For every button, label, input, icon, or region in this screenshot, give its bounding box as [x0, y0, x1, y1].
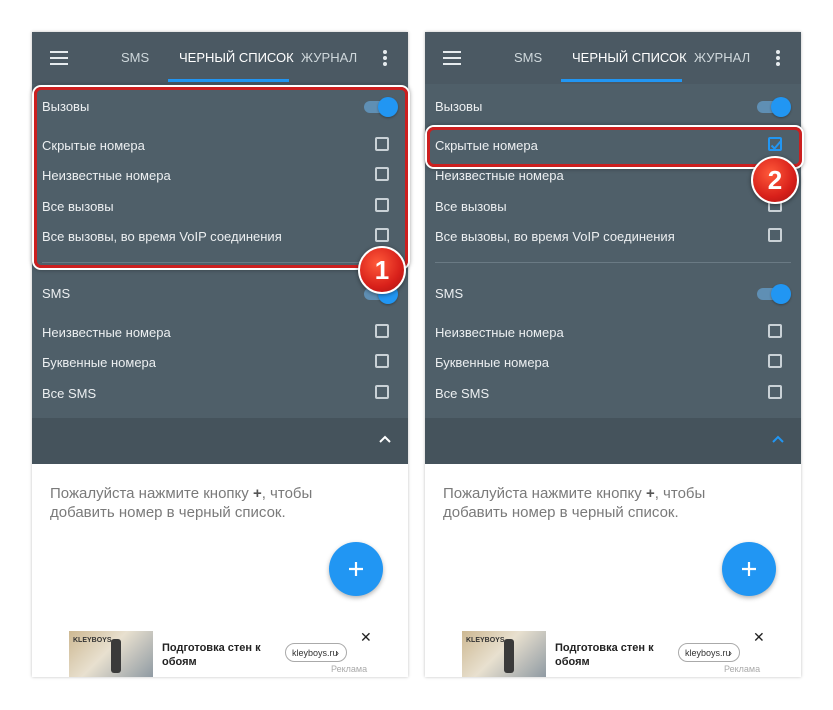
- more-vert-icon[interactable]: [776, 50, 780, 66]
- sms-letter-numbers-label: Буквенные номера: [435, 355, 550, 370]
- calls-section-title: Вызовы: [435, 99, 483, 114]
- chevron-up-icon[interactable]: [378, 434, 392, 444]
- hamburger-icon[interactable]: [443, 51, 461, 65]
- hamburger-icon[interactable]: [50, 51, 68, 65]
- calls-section-highlight: [34, 87, 408, 268]
- chevron-up-icon[interactable]: [771, 434, 785, 444]
- hidden-numbers-highlight: [427, 127, 802, 167]
- ad-banner[interactable]: KLEYBOYS Подготовка стен к обоям kleyboy…: [69, 629, 379, 677]
- ad-image[interactable]: KLEYBOYS: [462, 631, 546, 677]
- add-number-button[interactable]: [722, 542, 776, 596]
- sms-all-checkbox[interactable]: [768, 385, 782, 399]
- sms-all-checkbox[interactable]: [375, 385, 389, 399]
- ad-link-button[interactable]: kleyboys.ru ›: [678, 643, 740, 662]
- step-badge-2: 2: [751, 156, 799, 204]
- tab-sms[interactable]: SMS: [121, 32, 149, 84]
- collapse-bar[interactable]: [32, 418, 408, 464]
- sms-all-label: Все SMS: [42, 386, 97, 401]
- close-icon[interactable]: ✕: [360, 629, 372, 646]
- top-toolbar: SMS ЧЕРНЫЙ СПИСОК ЖУРНАЛ: [425, 32, 801, 84]
- sms-unknown-numbers-label: Неизвестные номера: [42, 325, 171, 340]
- sms-letter-numbers-label: Буквенные номера: [42, 355, 157, 370]
- calls-all-label: Все вызовы: [435, 199, 507, 214]
- sms-unknown-numbers-checkbox[interactable]: [768, 324, 782, 338]
- ad-title[interactable]: Подготовка стен к обоям: [162, 641, 272, 669]
- sms-letter-numbers-checkbox[interactable]: [768, 354, 782, 368]
- sms-toggle[interactable]: [757, 283, 791, 304]
- calls-voip-label: Все вызовы, во время VoIP соединения: [435, 229, 675, 244]
- active-tab-indicator: [168, 79, 289, 82]
- ad-title[interactable]: Подготовка стен к обоям: [555, 641, 665, 669]
- sms-section-title: SMS: [435, 286, 464, 301]
- sms-unknown-numbers-label: Неизвестные номера: [435, 325, 564, 340]
- ad-label: Реклама: [331, 664, 368, 674]
- sms-all-label: Все SMS: [435, 386, 490, 401]
- active-tab-indicator: [561, 79, 682, 82]
- more-vert-icon[interactable]: [383, 50, 387, 66]
- blacklist-content: Пожалуйста нажмите кнопку +, чтобы добав…: [32, 464, 408, 677]
- ad-logo: KLEYBOYS: [466, 637, 505, 644]
- calls-toggle[interactable]: [757, 96, 791, 117]
- ad-image[interactable]: KLEYBOYS: [69, 631, 153, 677]
- tab-blacklist[interactable]: ЧЕРНЫЙ СПИСОК: [572, 32, 687, 84]
- step-badge-1: 1: [358, 246, 406, 294]
- ad-label: Реклама: [724, 664, 761, 674]
- sms-letter-numbers-checkbox[interactable]: [375, 354, 389, 368]
- tab-journal[interactable]: ЖУРНАЛ: [694, 32, 750, 84]
- calls-voip-checkbox[interactable]: [768, 228, 782, 242]
- top-toolbar: SMS ЧЕРНЫЙ СПИСОК ЖУРНАЛ: [32, 32, 408, 84]
- blacklist-content: Пожалуйста нажмите кнопку +, чтобы добав…: [425, 464, 801, 677]
- empty-hint: Пожалуйста нажмите кнопку +, чтобы добав…: [50, 485, 313, 521]
- add-number-button[interactable]: [329, 542, 383, 596]
- section-divider: [435, 262, 791, 263]
- ad-link-button[interactable]: kleyboys.ru ›: [285, 643, 347, 662]
- empty-hint: Пожалуйста нажмите кнопку +, чтобы добав…: [443, 485, 706, 521]
- plus-icon: [349, 562, 363, 576]
- sms-section-title: SMS: [42, 286, 71, 301]
- ad-logo: KLEYBOYS: [73, 637, 112, 644]
- sms-unknown-numbers-checkbox[interactable]: [375, 324, 389, 338]
- collapse-bar[interactable]: [425, 418, 801, 464]
- close-icon[interactable]: ✕: [753, 629, 765, 646]
- tab-blacklist[interactable]: ЧЕРНЫЙ СПИСОК: [179, 32, 294, 84]
- calls-unknown-numbers-label: Неизвестные номера: [435, 168, 564, 183]
- tab-journal[interactable]: ЖУРНАЛ: [301, 32, 357, 84]
- plus-icon: [742, 562, 756, 576]
- ad-banner[interactable]: KLEYBOYS Подготовка стен к обоям kleyboy…: [462, 629, 772, 677]
- tab-sms[interactable]: SMS: [514, 32, 542, 84]
